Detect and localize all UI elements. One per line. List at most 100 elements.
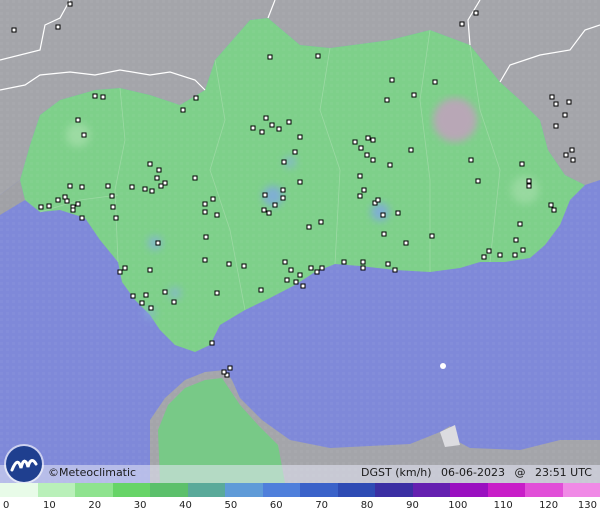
station-marker-icon[interactable] (109, 193, 115, 199)
station-marker-icon[interactable] (364, 152, 370, 158)
station-marker-icon[interactable] (551, 207, 557, 213)
station-marker-icon[interactable] (79, 215, 85, 221)
station-marker-icon[interactable] (122, 265, 128, 271)
station-marker-icon[interactable] (360, 259, 366, 265)
station-marker-icon[interactable] (280, 195, 286, 201)
station-marker-icon[interactable] (158, 183, 164, 189)
station-marker-icon[interactable] (497, 252, 503, 258)
station-marker-icon[interactable] (562, 112, 568, 118)
station-marker-icon[interactable] (432, 79, 438, 85)
station-marker-icon[interactable] (315, 53, 321, 59)
station-marker-icon[interactable] (262, 192, 268, 198)
station-marker-icon[interactable] (318, 219, 324, 225)
station-marker-icon[interactable] (67, 1, 73, 7)
station-marker-icon[interactable] (38, 204, 44, 210)
station-marker-icon[interactable] (147, 267, 153, 273)
station-marker-icon[interactable] (357, 193, 363, 199)
station-marker-icon[interactable] (282, 259, 288, 265)
station-marker-icon[interactable] (459, 21, 465, 27)
station-marker-icon[interactable] (148, 305, 154, 311)
wind-gust-map[interactable] (0, 0, 600, 483)
station-marker-icon[interactable] (203, 234, 209, 240)
station-marker-icon[interactable] (156, 167, 162, 173)
station-marker-icon[interactable] (473, 10, 479, 16)
station-marker-icon[interactable] (55, 24, 61, 30)
station-marker-icon[interactable] (55, 197, 61, 203)
station-marker-icon[interactable] (481, 254, 487, 260)
station-marker-icon[interactable] (292, 149, 298, 155)
station-marker-icon[interactable] (549, 94, 555, 100)
station-marker-icon[interactable] (361, 187, 367, 193)
station-marker-icon[interactable] (297, 179, 303, 185)
station-marker-icon[interactable] (293, 279, 299, 285)
station-marker-icon[interactable] (214, 290, 220, 296)
station-marker-icon[interactable] (553, 123, 559, 129)
station-marker-icon[interactable] (70, 207, 76, 213)
station-marker-icon[interactable] (81, 132, 87, 138)
station-marker-icon[interactable] (548, 202, 554, 208)
station-marker-icon[interactable] (192, 175, 198, 181)
station-marker-icon[interactable] (385, 261, 391, 267)
station-marker-icon[interactable] (297, 272, 303, 278)
station-marker-icon[interactable] (259, 129, 265, 135)
station-marker-icon[interactable] (62, 194, 68, 200)
station-marker-icon[interactable] (46, 203, 52, 209)
station-marker-icon[interactable] (517, 221, 523, 227)
station-marker-icon[interactable] (75, 117, 81, 123)
station-marker-icon[interactable] (263, 115, 269, 121)
station-marker-icon[interactable] (308, 265, 314, 271)
station-marker-icon[interactable] (272, 202, 278, 208)
station-marker-icon[interactable] (64, 198, 70, 204)
station-marker-icon[interactable] (370, 157, 376, 163)
station-marker-icon[interactable] (553, 101, 559, 107)
station-marker-icon[interactable] (142, 186, 148, 192)
station-marker-icon[interactable] (210, 196, 216, 202)
station-marker-icon[interactable] (526, 178, 532, 184)
station-marker-icon[interactable] (139, 300, 145, 306)
station-marker-icon[interactable] (147, 161, 153, 167)
station-marker-icon[interactable] (357, 173, 363, 179)
station-marker-icon[interactable] (129, 184, 135, 190)
station-marker-icon[interactable] (100, 94, 106, 100)
station-marker-icon[interactable] (519, 161, 525, 167)
station-marker-icon[interactable] (92, 93, 98, 99)
station-marker-icon[interactable] (297, 134, 303, 140)
station-marker-icon[interactable] (380, 212, 386, 218)
station-marker-icon[interactable] (284, 277, 290, 283)
station-marker-icon[interactable] (226, 261, 232, 267)
station-marker-icon[interactable] (261, 207, 267, 213)
station-marker-icon[interactable] (130, 293, 136, 299)
station-marker-icon[interactable] (67, 183, 73, 189)
station-marker-icon[interactable] (75, 201, 81, 207)
station-marker-icon[interactable] (105, 183, 111, 189)
station-marker-icon[interactable] (389, 77, 395, 83)
station-marker-icon[interactable] (155, 240, 161, 246)
station-marker-icon[interactable] (149, 188, 155, 194)
station-marker-icon[interactable] (526, 183, 532, 189)
station-marker-icon[interactable] (314, 269, 320, 275)
station-marker-icon[interactable] (269, 122, 275, 128)
station-marker-icon[interactable] (202, 257, 208, 263)
station-marker-icon[interactable] (381, 231, 387, 237)
station-marker-icon[interactable] (214, 212, 220, 218)
station-marker-icon[interactable] (360, 265, 366, 271)
station-marker-icon[interactable] (468, 157, 474, 163)
station-marker-icon[interactable] (358, 145, 364, 151)
station-marker-icon[interactable] (566, 99, 572, 105)
station-marker-icon[interactable] (370, 137, 376, 143)
station-marker-icon[interactable] (241, 263, 247, 269)
station-marker-icon[interactable] (280, 187, 286, 193)
station-marker-icon[interactable] (365, 135, 371, 141)
station-marker-icon[interactable] (113, 215, 119, 221)
station-marker-icon[interactable] (306, 224, 312, 230)
station-marker-icon[interactable] (512, 252, 518, 258)
station-marker-icon[interactable] (11, 27, 17, 33)
station-marker-icon[interactable] (569, 147, 575, 153)
station-marker-icon[interactable] (281, 159, 287, 165)
station-marker-icon[interactable] (403, 240, 409, 246)
station-marker-icon[interactable] (162, 289, 168, 295)
station-marker-icon[interactable] (341, 259, 347, 265)
station-marker-icon[interactable] (570, 157, 576, 163)
station-marker-icon[interactable] (193, 95, 199, 101)
station-marker-icon[interactable] (267, 54, 273, 60)
